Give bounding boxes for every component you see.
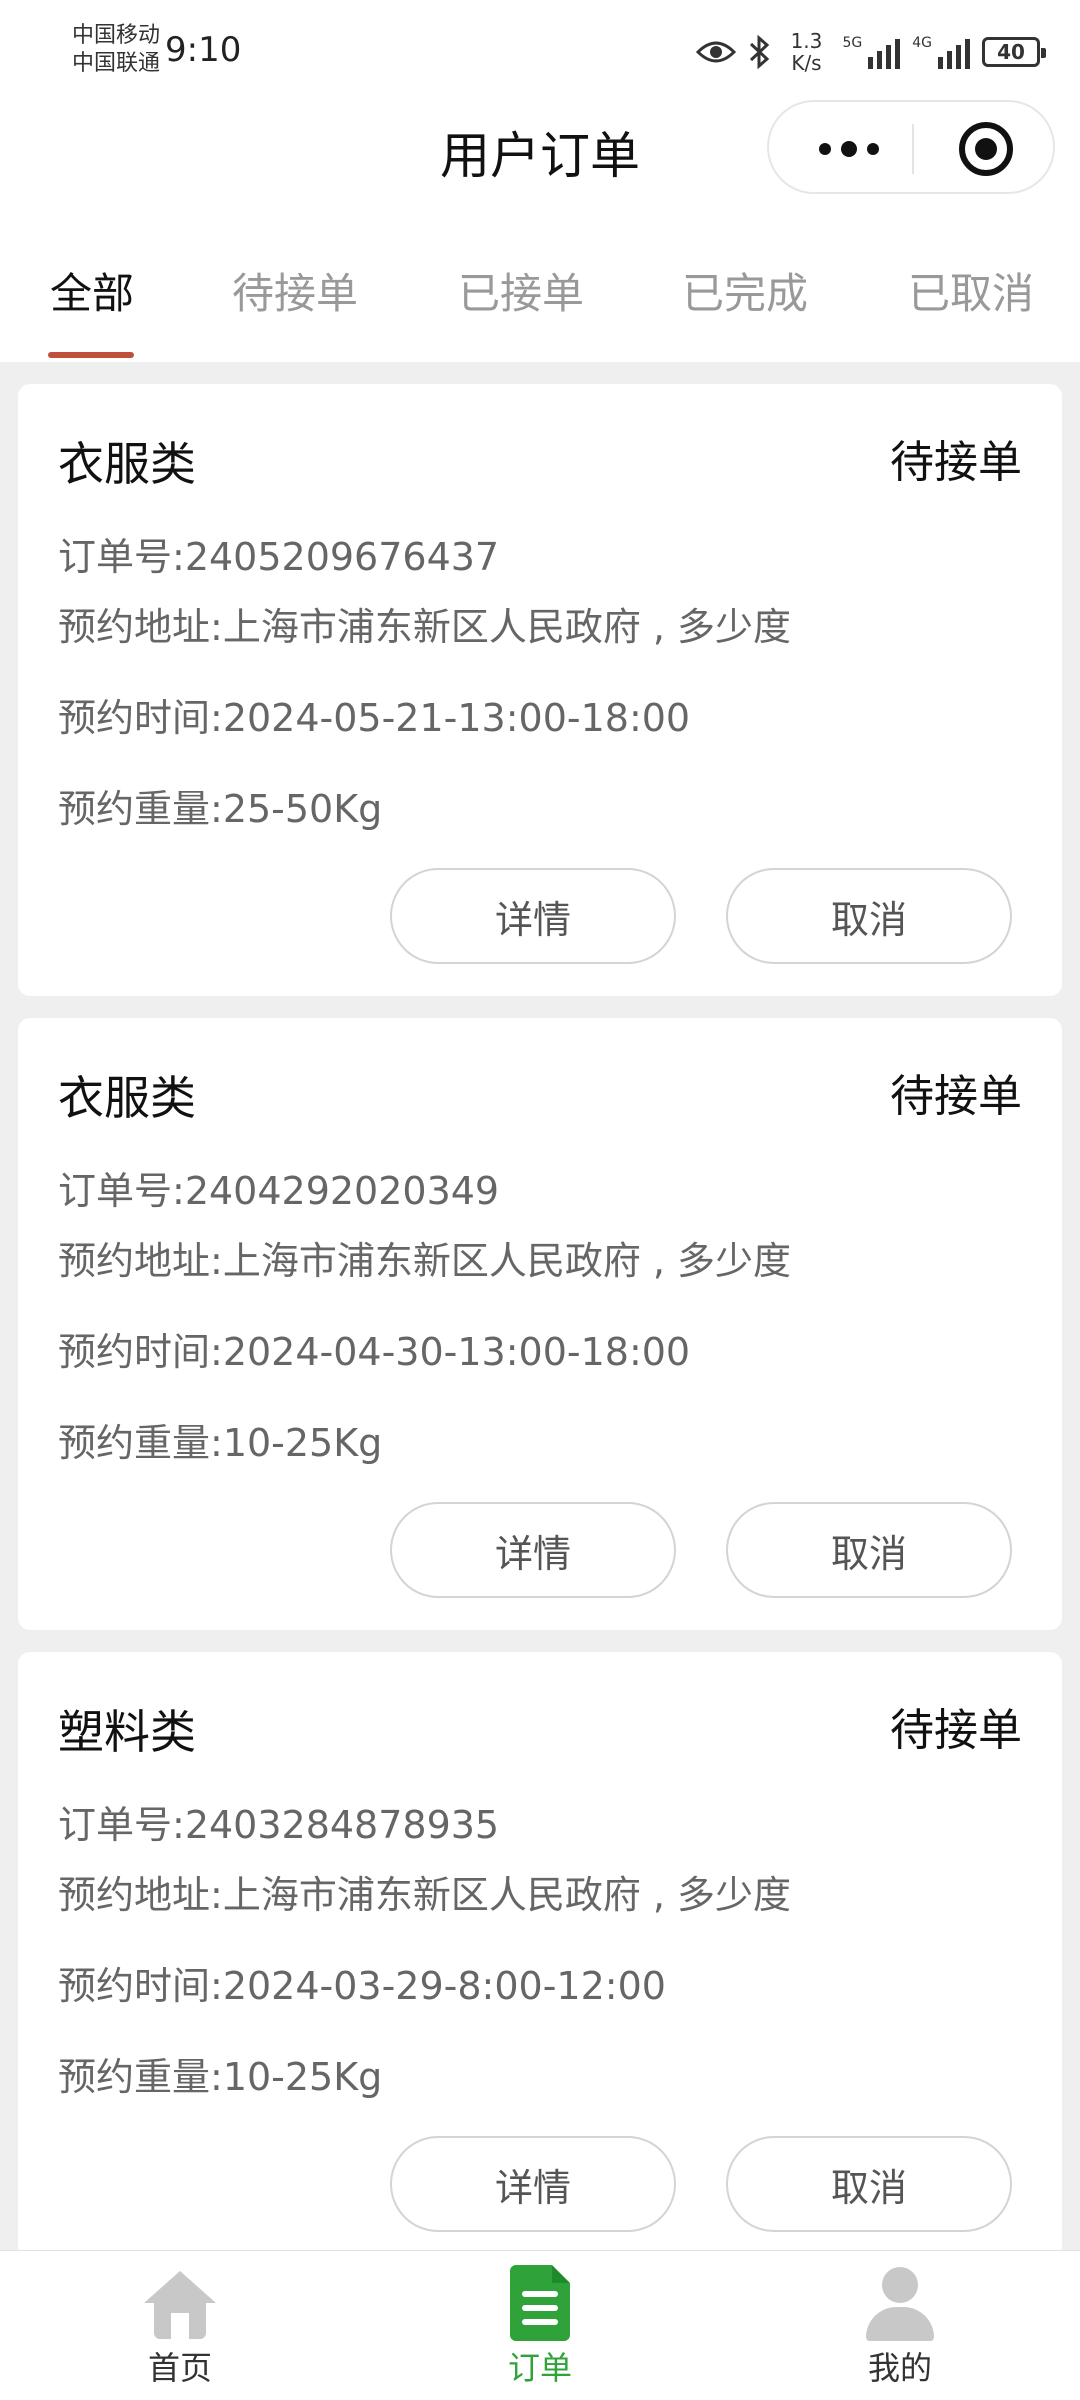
nav-profile-label: 我的 [867, 2349, 932, 2387]
home-icon [140, 2265, 220, 2341]
detail-button[interactable]: 详情 [390, 868, 676, 964]
nav-home-label: 首页 [147, 2349, 212, 2387]
carrier-1: 中国移动 [72, 23, 161, 48]
detail-button[interactable]: 详情 [390, 2136, 676, 2232]
signal-5g-icon: 5G [842, 35, 901, 69]
status-bar: 中国移动 中国联通 9:10 1.3 K/s 5G 4G 40 [0, 0, 1080, 100]
cancel-button[interactable]: 取消 [726, 2136, 1012, 2232]
nav-orders-label: 订单 [507, 2349, 572, 2387]
tab-cancelled[interactable]: 已取消 [908, 260, 1034, 321]
tab-completed[interactable]: 已完成 [682, 260, 808, 321]
cancel-button[interactable]: 取消 [726, 1502, 1012, 1598]
order-status: 待接单 [890, 1705, 1022, 1756]
battery-icon: 40 [982, 37, 1046, 67]
tab-all[interactable]: 全部 [50, 260, 134, 321]
order-card: 衣服类 待接单 订单号:2405209676437 预约地址:上海市浦东新区人民… [18, 384, 1062, 996]
order-weight: 预约重量:10-25Kg [58, 1421, 383, 1465]
nav-profile[interactable]: 我的 [810, 2265, 990, 2395]
order-weight: 预约重量:25-50Kg [58, 787, 383, 831]
cancel-button[interactable]: 取消 [726, 868, 1012, 964]
order-category: 衣服类 [58, 1071, 196, 1125]
order-card: 塑料类 待接单 订单号:2403284878935 预约地址:上海市浦东新区人民… [18, 1652, 1062, 2250]
capsule-divider [912, 124, 914, 174]
signal-4g-icon: 4G [912, 35, 970, 69]
more-options-icon[interactable] [809, 102, 889, 196]
status-time: 9:10 [165, 30, 242, 70]
title-bar: 用户订单 [0, 100, 1080, 200]
order-status-tabs: 全部 待接单 已接单 已完成 已取消 [0, 230, 1080, 362]
order-time: 预约时间:2024-05-21-13:00-18:00 [58, 696, 691, 740]
order-number: 订单号:2404292020349 [58, 1169, 500, 1213]
order-status: 待接单 [890, 1071, 1022, 1122]
order-card: 衣服类 待接单 订单号:2404292020349 预约地址:上海市浦东新区人民… [18, 1018, 1062, 1630]
order-category: 衣服类 [58, 437, 196, 491]
order-list-icon [500, 2265, 580, 2341]
close-miniprogram-icon[interactable] [959, 122, 1013, 176]
order-number: 订单号:2405209676437 [58, 535, 500, 579]
order-address: 预约地址:上海市浦东新区人民政府 , 多少度 [58, 605, 792, 649]
order-address: 预约地址:上海市浦东新区人民政府 , 多少度 [58, 1239, 792, 1283]
order-time: 预约时间:2024-03-29-8:00-12:00 [58, 1964, 666, 2008]
carrier-names: 中国移动 中国联通 [72, 22, 160, 78]
order-time: 预约时间:2024-04-30-13:00-18:00 [58, 1330, 691, 1374]
mini-program-capsule [767, 100, 1055, 194]
order-list[interactable]: 衣服类 待接单 订单号:2405209676437 预约地址:上海市浦东新区人民… [0, 362, 1080, 2250]
order-status: 待接单 [890, 437, 1022, 488]
status-icons: 1.3 K/s 5G 4G 40 [696, 22, 1046, 82]
network-speed: 1.3 K/s [790, 29, 823, 75]
order-category: 塑料类 [58, 1705, 196, 1759]
person-icon [860, 2265, 940, 2341]
tab-pending[interactable]: 待接单 [232, 260, 358, 321]
order-weight: 预约重量:10-25Kg [58, 2055, 383, 2099]
carrier-2: 中国联通 [72, 51, 161, 76]
battery-level: 40 [997, 40, 1025, 64]
bluetooth-icon [750, 35, 770, 69]
bottom-nav: 首页 订单 我的 [0, 2250, 1080, 2400]
nav-orders[interactable]: 订单 [450, 2265, 630, 2395]
active-tab-indicator [48, 352, 134, 358]
eye-icon [696, 41, 737, 63]
detail-button[interactable]: 详情 [390, 1502, 676, 1598]
order-number: 订单号:2403284878935 [58, 1803, 500, 1847]
tab-accepted[interactable]: 已接单 [458, 260, 584, 321]
order-address: 预约地址:上海市浦东新区人民政府 , 多少度 [58, 1873, 792, 1917]
nav-home[interactable]: 首页 [90, 2265, 270, 2395]
